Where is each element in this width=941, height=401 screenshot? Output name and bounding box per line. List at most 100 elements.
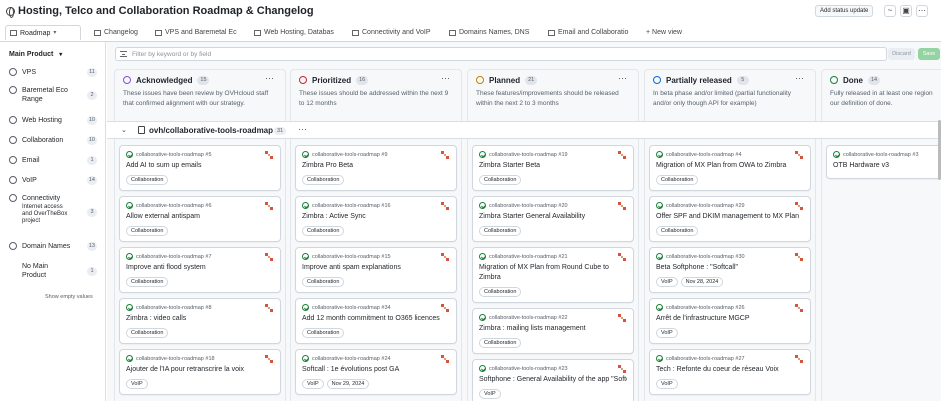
issue-ref: collaborative-tools-roadmap #16 [312, 202, 391, 209]
layout-icon[interactable]: ▣ [900, 5, 912, 17]
more-icon[interactable]: ⋯ [618, 73, 628, 84]
status-circle-icon [299, 76, 307, 84]
show-empty-values-link[interactable]: Show empty values [45, 294, 93, 300]
issue-title[interactable]: Beta Softphone : "Softcall" [656, 263, 804, 273]
issue-title[interactable]: Softphone : General Availability of the … [479, 375, 627, 385]
chart-icon[interactable]: ~ [884, 5, 896, 17]
column-count: 15 [197, 75, 210, 85]
page-title: Hosting, Telco and Collaboration Roadmap… [18, 5, 314, 17]
issue-title[interactable]: Zimbra : mailing lists management [479, 324, 627, 334]
sidebar-item-voip[interactable]: VoIP 14 [9, 176, 97, 186]
column-description: In beta phase and/or limited (partial fu… [653, 90, 792, 107]
more-icon[interactable]: ⋯ [298, 124, 307, 135]
issue-card[interactable]: collaborative-tools-roadmap #27 Tech : R… [649, 349, 811, 395]
issue-title[interactable]: Zimbra Starter Beta [479, 161, 627, 171]
date-badge: Nov 28, 2024 [680, 277, 724, 287]
issue-card[interactable]: collaborative-tools-roadmap #20 Zimbra S… [472, 196, 634, 242]
label-badge: Collaboration [479, 175, 522, 185]
issue-card[interactable]: collaborative-tools-roadmap #30 Beta Sof… [649, 247, 811, 293]
avatar [440, 303, 450, 313]
issue-title[interactable]: Migration of MX Plan from Round Cube to … [479, 263, 627, 283]
issue-title[interactable]: Zimbra : video calls [126, 314, 274, 324]
group-header[interactable]: ⌄ ovh/collaborative-tools-roadmap 31 ⋯ [107, 121, 941, 139]
new-view-button[interactable]: + New view [646, 25, 682, 40]
issue-ref: collaborative-tools-roadmap #8 [136, 304, 212, 311]
sidebar-heading[interactable]: Main Product ▾ [9, 51, 62, 58]
issue-title[interactable]: Migration of MX Plan from OWA to Zimbra [656, 161, 804, 171]
issue-card[interactable]: collaborative-tools-roadmap #18 Ajouter … [119, 349, 281, 395]
issue-card[interactable]: collaborative-tools-roadmap #22 Zimbra :… [472, 308, 634, 354]
discard-button[interactable]: Discard [888, 48, 915, 60]
issue-card[interactable]: collaborative-tools-roadmap #6 Allow ext… [119, 196, 281, 242]
issue-ref: collaborative-tools-roadmap #22 [489, 314, 568, 321]
chevron-down-icon[interactable]: ▾ [53, 26, 56, 40]
issue-title[interactable]: Zimbra Starter General Availability [479, 212, 627, 222]
sidebar-item-web-hosting[interactable]: Web Hosting 10 [9, 116, 97, 126]
tab-email-collaboration[interactable]: Email and Collaboratio [548, 25, 634, 40]
issue-title[interactable]: Zimbra Pro Beta [302, 161, 450, 171]
issue-title[interactable]: Arrêt de l'infrastructure MGCP [656, 314, 804, 324]
filter-input[interactable]: Filter by keyword or by field [115, 47, 887, 61]
issue-card[interactable]: collaborative-tools-roadmap #29 Offer SP… [649, 196, 811, 242]
more-icon[interactable]: ⋯ [916, 5, 928, 17]
issue-card[interactable]: collaborative-tools-roadmap #16 Zimbra :… [295, 196, 457, 242]
column-count: 5 [736, 75, 749, 85]
issue-title[interactable]: Tech : Refonte du coeur de réseau Voix [656, 365, 804, 375]
issue-card[interactable]: collaborative-tools-roadmap #8 Zimbra : … [119, 298, 281, 344]
issue-title[interactable]: Add AI to sum up emails [126, 161, 274, 171]
tab-roadmap[interactable]: Roadmap ▾ [5, 25, 81, 40]
chevron-down-icon[interactable]: ▾ [59, 52, 62, 58]
label-badge: Collaboration [656, 175, 699, 185]
issue-title[interactable]: Softcall : 1e évolutions post GA [302, 365, 450, 375]
issue-ref: collaborative-tools-roadmap #26 [666, 304, 745, 311]
issue-card[interactable]: collaborative-tools-roadmap #23 Softphon… [472, 359, 634, 401]
add-status-update-button[interactable]: Add status update [815, 5, 874, 17]
issue-card[interactable]: collaborative-tools-roadmap #34 Add 12 m… [295, 298, 457, 344]
label-badge: Collaboration [126, 277, 169, 287]
chevron-down-icon[interactable]: ⌄ [121, 126, 127, 134]
issue-open-icon [126, 355, 133, 362]
sidebar-item-domain-names[interactable]: Domain Names 13 [9, 242, 97, 252]
issue-card[interactable]: collaborative-tools-roadmap #26 Arrêt de… [649, 298, 811, 344]
issue-card[interactable]: collaborative-tools-roadmap #21 Migratio… [472, 247, 634, 303]
issue-card[interactable]: collaborative-tools-roadmap #24 Softcall… [295, 349, 457, 395]
issue-ref: collaborative-tools-roadmap #3 [843, 151, 919, 158]
issue-title[interactable]: Improve anti flood system [126, 263, 274, 273]
issue-card[interactable]: collaborative-tools-roadmap #5 Add AI to… [119, 145, 281, 191]
column-description: These features/improvements should be re… [476, 90, 619, 107]
tab-connectivity-voip[interactable]: Connectivity and VoIP [352, 25, 438, 40]
issue-title[interactable]: OTB Hardware v3 [833, 161, 941, 171]
issue-card[interactable]: collaborative-tools-roadmap #9 Zimbra Pr… [295, 145, 457, 191]
issue-open-icon [126, 151, 133, 158]
issue-title[interactable]: Zimbra : Active Sync [302, 212, 450, 222]
issue-title[interactable]: Add 12 month commitment to O365 licences [302, 314, 450, 324]
issue-title[interactable]: Improve anti spam explanations [302, 263, 450, 273]
sidebar-item-vps[interactable]: VPS 11 [9, 68, 97, 78]
more-icon[interactable]: ⋯ [795, 73, 805, 84]
sidebar-item-connectivity[interactable]: Connectivity Internet access and OverThe… [9, 194, 97, 230]
label-badge: VoIP [656, 277, 678, 287]
tab-domain-names[interactable]: Domains Names, DNS [449, 25, 531, 40]
tab-web-hosting[interactable]: Web Hosting, Databas [254, 25, 338, 40]
tab-vps-baremetal[interactable]: VPS and Baremetal Eco [155, 25, 237, 40]
label-badge: Collaboration [302, 226, 345, 236]
sidebar-item-email[interactable]: Email 1 [9, 156, 97, 166]
issue-card[interactable]: collaborative-tools-roadmap #3 OTB Hardw… [826, 145, 941, 179]
sidebar-item-collaboration[interactable]: Collaboration 10 [9, 136, 97, 146]
sidebar-item-no-main-product[interactable]: No Main Product 1 [9, 262, 97, 282]
sidebar-item-baremetal[interactable]: Baremetal Eco Range 2 [9, 86, 97, 106]
issue-closed-icon [833, 151, 840, 158]
issue-card[interactable]: collaborative-tools-roadmap #19 Zimbra S… [472, 145, 634, 191]
more-icon[interactable]: ⋯ [441, 73, 451, 84]
issue-card[interactable]: collaborative-tools-roadmap #15 Improve … [295, 247, 457, 293]
issue-card[interactable]: collaborative-tools-roadmap #4 Migration… [649, 145, 811, 191]
issue-title[interactable]: Ajouter de l'IA pour retranscrire la voi… [126, 365, 274, 375]
issue-title[interactable]: Allow external antispam [126, 212, 274, 222]
save-button[interactable]: Save [918, 48, 940, 60]
issue-ref: collaborative-tools-roadmap #23 [489, 365, 568, 372]
tab-changelog[interactable]: Changelog [94, 25, 150, 40]
issue-card[interactable]: collaborative-tools-roadmap #7 Improve a… [119, 247, 281, 293]
issue-title[interactable]: Offer SPF and DKIM management to MX Plan [656, 212, 804, 222]
more-icon[interactable]: ⋯ [265, 73, 275, 84]
view-tabs: Roadmap ▾ Changelog VPS and Baremetal Ec… [0, 22, 941, 42]
